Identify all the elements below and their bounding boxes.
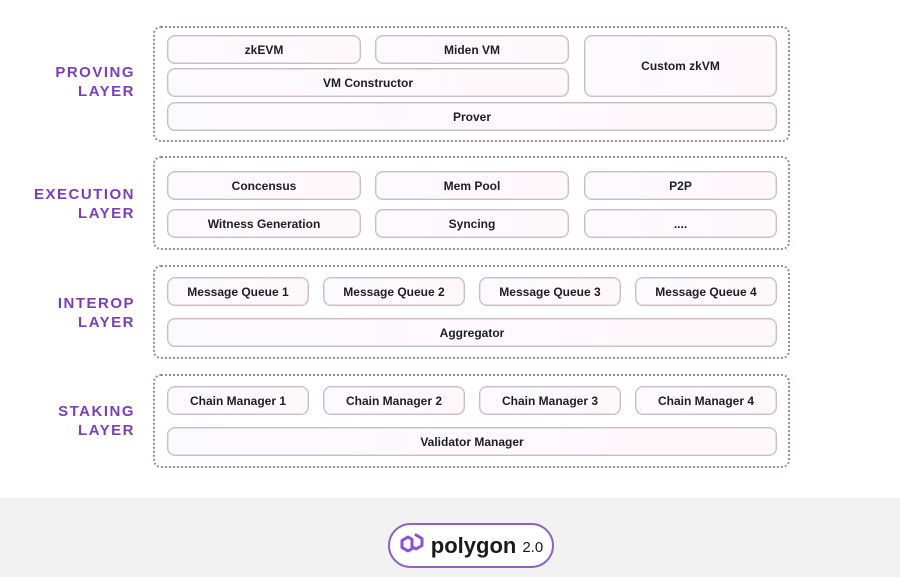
polygon-wordmark: polygon [430, 532, 517, 558]
validator-manager-box: Validator Manager [167, 427, 777, 456]
chain-manager-1-box: Chain Manager 1 [167, 386, 309, 415]
message-queue-3-box: Message Queue 3 [479, 277, 621, 306]
miden-vm-box: Miden VM [375, 35, 569, 64]
zkevm-box: zkEVM [167, 35, 361, 64]
label-line2: LAYER [78, 83, 135, 100]
consensus-box: Concensus [167, 171, 361, 200]
label-line1: STAKING [58, 403, 135, 420]
execution-layer-label: EXECUTION LAYER [0, 185, 135, 223]
custom-zkvm-box: Custom zkVM [584, 35, 777, 97]
chain-manager-3-box: Chain Manager 3 [479, 386, 621, 415]
syncing-box: Syncing [375, 209, 569, 238]
label-line1: EXECUTION [33, 186, 135, 203]
staking-layer-label: STAKING LAYER [0, 402, 135, 440]
mem-pool-box: Mem Pool [375, 171, 569, 200]
proving-layer-label: PROVING LAYER [0, 63, 135, 101]
label-line2: LAYER [78, 205, 135, 222]
polygon-logo-icon [399, 532, 425, 559]
interop-layer-label: INTEROP LAYER [0, 294, 135, 332]
chain-manager-4-box: Chain Manager 4 [635, 386, 777, 415]
label-line2: LAYER [78, 314, 135, 331]
vm-constructor-box: VM Constructor [167, 68, 569, 97]
polygon-badge: polygon 2.0 [388, 523, 554, 568]
message-queue-4-box: Message Queue 4 [635, 277, 777, 306]
p2p-box: P2P [584, 171, 777, 200]
aggregator-box: Aggregator [167, 318, 777, 347]
message-queue-1-box: Message Queue 1 [167, 277, 309, 306]
label-line1: INTEROP [57, 295, 135, 312]
ellipsis-box: .... [584, 209, 777, 238]
witness-generation-box: Witness Generation [167, 209, 361, 238]
label-line1: PROVING [55, 64, 135, 81]
prover-box: Prover [167, 102, 777, 131]
label-line2: LAYER [78, 422, 135, 439]
chain-manager-2-box: Chain Manager 2 [323, 386, 465, 415]
version-label: 2.0 [522, 539, 544, 556]
message-queue-2-box: Message Queue 2 [323, 277, 465, 306]
